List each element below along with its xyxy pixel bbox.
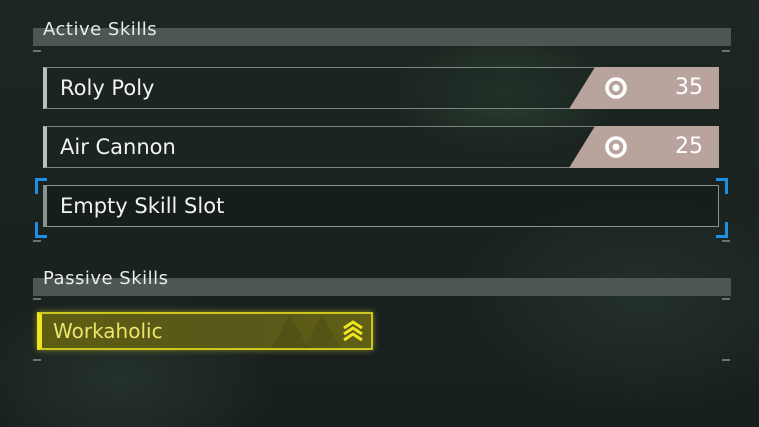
skill-name: Roly Poly — [60, 76, 155, 100]
skill-name: Air Cannon — [60, 135, 176, 159]
section-tick — [33, 359, 41, 361]
decor-triangle — [304, 314, 340, 348]
target-icon — [605, 136, 627, 158]
header-tick — [722, 50, 730, 52]
target-icon — [605, 77, 627, 99]
header-tick — [33, 50, 41, 52]
header-tick — [722, 298, 730, 300]
skill-power-badge: 25 — [569, 126, 719, 168]
empty-skill-slot[interactable]: Empty Skill Slot — [43, 185, 719, 227]
skill-power-value: 25 — [675, 134, 703, 159]
section-tick — [33, 240, 41, 242]
passive-skill-name: Workaholic — [53, 319, 163, 343]
passive-skill-workaholic[interactable]: Workaholic — [37, 312, 373, 350]
skill-slot-air-cannon[interactable]: Air Cannon 25 — [43, 126, 719, 168]
passive-skills-title: Passive Skills — [43, 268, 169, 289]
chevron-rank-up-icon — [343, 320, 363, 342]
skill-power-badge: 35 — [569, 67, 719, 109]
decor-triangle — [272, 314, 308, 348]
skill-slot-roly-poly[interactable]: Roly Poly 35 — [43, 67, 719, 109]
selection-corner-top-left — [35, 178, 47, 194]
selection-corner-bottom-right — [716, 222, 728, 238]
active-skills-title: Active Skills — [43, 19, 158, 40]
selection-corner-top-right — [716, 178, 728, 194]
empty-skill-slot-label: Empty Skill Slot — [60, 194, 225, 218]
section-tick — [722, 359, 730, 361]
section-tick — [722, 240, 730, 242]
header-tick — [33, 298, 41, 300]
skill-power-value: 35 — [675, 75, 703, 100]
selection-corner-bottom-left — [35, 222, 47, 238]
